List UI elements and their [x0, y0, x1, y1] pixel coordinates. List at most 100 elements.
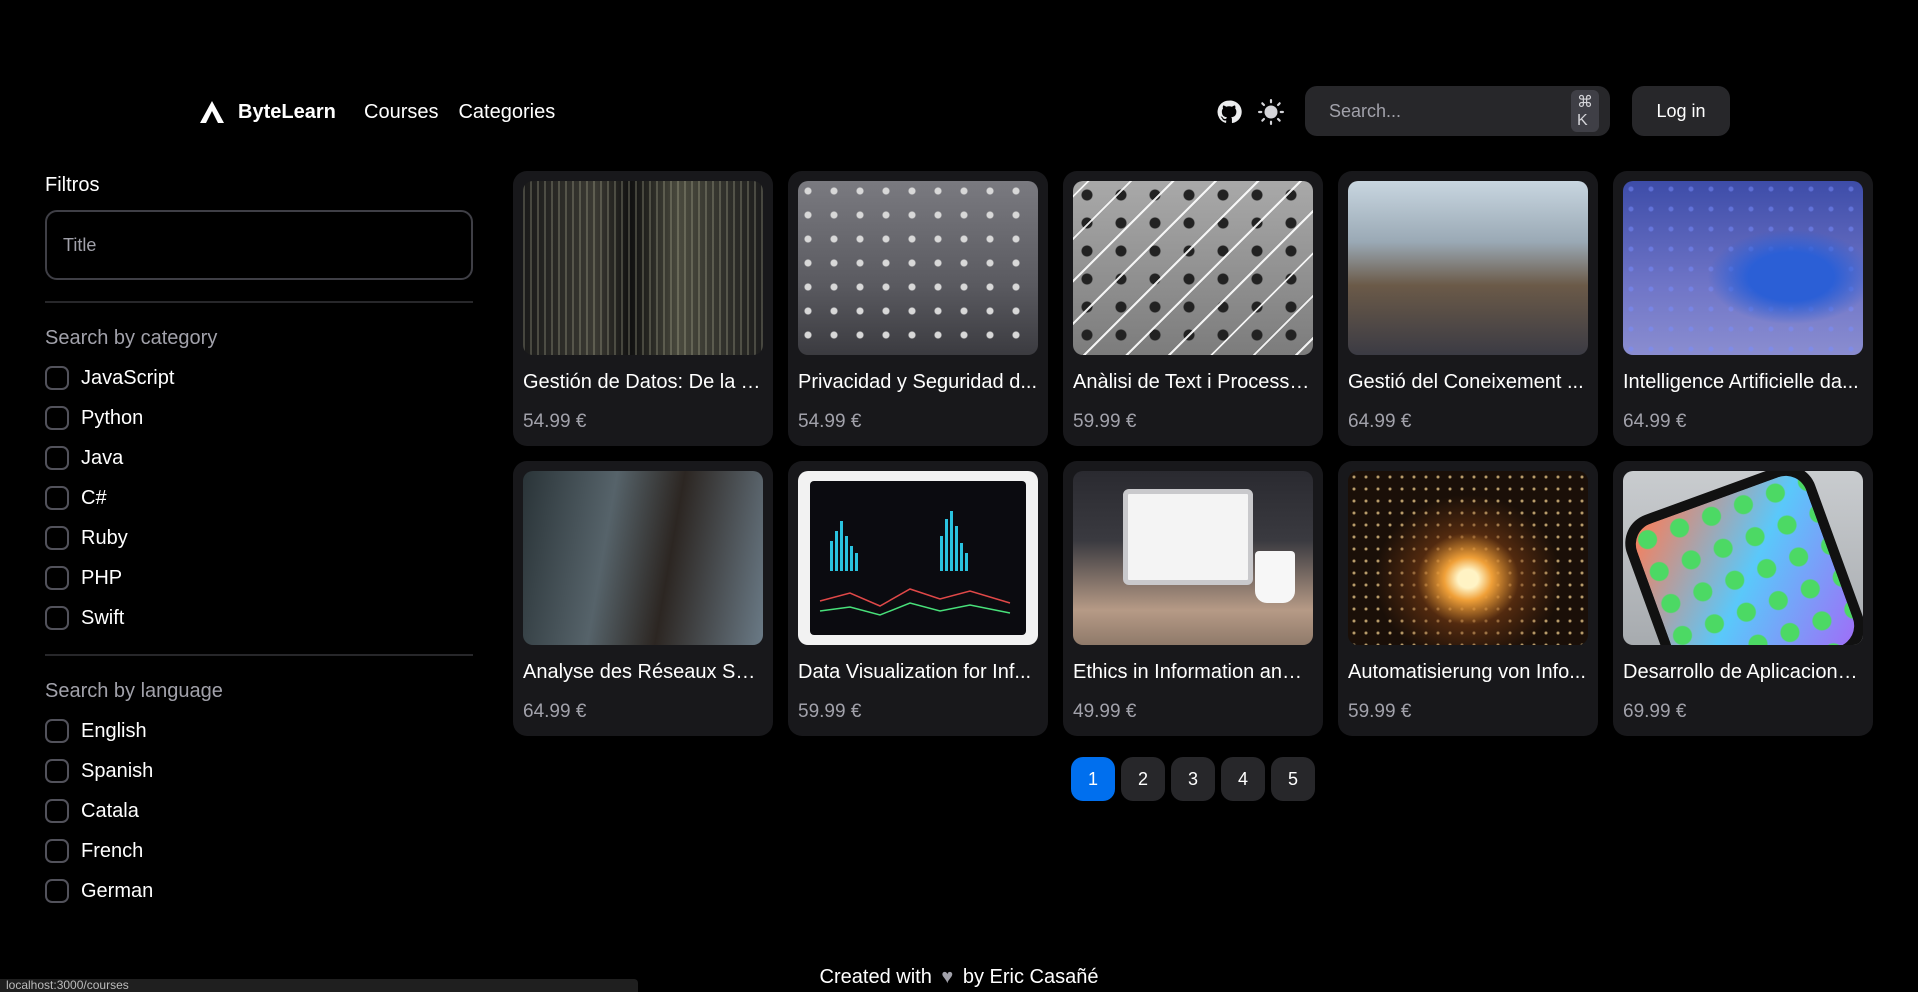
- nav-link-categories[interactable]: Categories: [458, 101, 555, 124]
- course-title: Gestió del Coneixement ...: [1348, 371, 1584, 393]
- course-card[interactable]: Intelligence Artificielle da... 64.99 €: [1613, 171, 1873, 446]
- checkbox[interactable]: [45, 879, 69, 903]
- course-title: Analyse des Réseaux Soci...: [523, 661, 763, 683]
- checkbox-label: Java: [81, 446, 124, 469]
- language-checkbox-german[interactable]: German: [45, 871, 473, 911]
- filters-title: Filtros: [45, 174, 100, 196]
- checkbox[interactable]: [45, 719, 69, 743]
- course-price: 59.99 €: [1073, 411, 1137, 432]
- checkbox[interactable]: [45, 406, 69, 430]
- course-price: 54.99 €: [798, 411, 862, 432]
- checkbox[interactable]: [45, 526, 69, 550]
- course-card[interactable]: Anàlisi de Text i Processa... 59.99 €: [1063, 171, 1323, 446]
- course-price: 64.99 €: [1623, 411, 1687, 432]
- brand-link[interactable]: ByteLearn: [198, 86, 336, 138]
- language-checkbox-french[interactable]: French: [45, 831, 473, 871]
- checkbox[interactable]: [45, 566, 69, 590]
- category-checkbox-java[interactable]: Java: [45, 438, 473, 478]
- category-checkbox-php[interactable]: PHP: [45, 558, 473, 598]
- course-price: 64.99 €: [523, 701, 587, 722]
- course-grid: Gestión de Datos: De la T... 54.99 € Pri…: [513, 171, 1873, 736]
- course-card[interactable]: Analyse des Réseaux Soci... 64.99 €: [513, 461, 773, 736]
- course-title: Ethics in Information and ...: [1073, 661, 1313, 683]
- checkbox-label: Swift: [81, 606, 125, 629]
- login-button[interactable]: Log in: [1632, 86, 1730, 136]
- course-thumbnail: [1348, 181, 1588, 355]
- checkbox-label: PHP: [81, 566, 123, 589]
- course-thumbnail: [1073, 471, 1313, 645]
- heart-icon: ♥: [941, 966, 954, 988]
- category-checkbox-ruby[interactable]: Ruby: [45, 518, 473, 558]
- nav-link-courses[interactable]: Courses: [364, 101, 438, 124]
- language-checkbox-spanish[interactable]: Spanish: [45, 751, 473, 791]
- course-thumbnail: [1623, 181, 1863, 355]
- checkbox-label: Python: [81, 406, 144, 429]
- course-price: 69.99 €: [1623, 701, 1687, 722]
- checkbox-label: English: [81, 719, 147, 742]
- pagination: 1 2 3 4 5: [1071, 757, 1315, 801]
- course-title: Gestión de Datos: De la T...: [523, 371, 763, 393]
- status-bar-url: localhost:3000/courses: [0, 979, 638, 992]
- course-title: Data Visualization for Inf...: [798, 661, 1032, 683]
- divider: [45, 654, 473, 656]
- course-card[interactable]: Gestió del Coneixement ... 64.99 €: [1338, 171, 1598, 446]
- course-card[interactable]: Data Visualization for Inf... 59.99 €: [788, 461, 1048, 736]
- course-price: 59.99 €: [798, 701, 862, 722]
- category-list: JavaScript Python Java C# Ruby PHP Swift: [45, 358, 473, 638]
- checkbox[interactable]: [45, 799, 69, 823]
- course-title: Privacidad y Seguridad d...: [798, 371, 1038, 393]
- course-thumbnail: [798, 181, 1038, 355]
- github-icon[interactable]: [1216, 99, 1242, 125]
- course-card[interactable]: Ethics in Information and ... 49.99 €: [1063, 461, 1323, 736]
- page-button-1[interactable]: 1: [1071, 757, 1115, 801]
- category-checkbox-javascript[interactable]: JavaScript: [45, 358, 473, 398]
- top-navbar: ByteLearn Courses Categories Search... ⌘…: [0, 86, 1918, 138]
- course-thumbnail: [1348, 471, 1588, 645]
- search-input[interactable]: [1329, 100, 1561, 122]
- checkbox-label: Ruby: [81, 526, 128, 549]
- course-price: 54.99 €: [523, 411, 587, 432]
- header-icons: [1216, 86, 1284, 138]
- course-price: 59.99 €: [1348, 701, 1412, 722]
- course-price: 64.99 €: [1348, 411, 1412, 432]
- category-checkbox-swift[interactable]: Swift: [45, 598, 473, 638]
- checkbox[interactable]: [45, 366, 69, 390]
- page-button-2[interactable]: 2: [1121, 757, 1165, 801]
- page-button-5[interactable]: 5: [1271, 757, 1315, 801]
- course-card[interactable]: Privacidad y Seguridad d... 54.99 €: [788, 171, 1048, 446]
- course-thumbnail: [523, 471, 763, 645]
- checkbox[interactable]: [45, 446, 69, 470]
- course-title: Automatisierung von Info...: [1348, 661, 1586, 683]
- footer-suffix: by Eric Casañé: [962, 966, 1099, 988]
- course-price: 49.99 €: [1073, 701, 1137, 722]
- language-checkbox-english[interactable]: English: [45, 711, 473, 751]
- checkbox[interactable]: [45, 486, 69, 510]
- page-button-3[interactable]: 3: [1171, 757, 1215, 801]
- category-checkbox-python[interactable]: Python: [45, 398, 473, 438]
- checkbox-label: Spanish: [81, 759, 154, 782]
- course-card[interactable]: Automatisierung von Info... 59.99 €: [1338, 461, 1598, 736]
- theme-sun-icon[interactable]: [1258, 99, 1284, 125]
- checkbox[interactable]: [45, 759, 69, 783]
- footer-prefix: Created with: [819, 966, 932, 988]
- course-thumbnail: [523, 181, 763, 355]
- course-card[interactable]: Gestión de Datos: De la T... 54.99 €: [513, 171, 773, 446]
- logo-icon: [200, 101, 224, 123]
- checkbox[interactable]: [45, 606, 69, 630]
- checkbox-label: C#: [81, 486, 107, 509]
- course-card[interactable]: Desarrollo de Aplicacione... 69.99 €: [1613, 461, 1873, 736]
- course-title: Intelligence Artificielle da...: [1623, 371, 1859, 393]
- course-thumbnail: [798, 471, 1038, 645]
- search-shortcut: ⌘ K: [1571, 90, 1599, 132]
- language-section-title: Search by language: [45, 680, 223, 702]
- course-title: Anàlisi de Text i Processa...: [1073, 371, 1313, 393]
- search-box[interactable]: ⌘ K: [1305, 86, 1610, 136]
- language-checkbox-catala[interactable]: Catala: [45, 791, 473, 831]
- title-filter-input[interactable]: [45, 210, 473, 280]
- divider: [45, 301, 473, 303]
- category-checkbox-csharp[interactable]: C#: [45, 478, 473, 518]
- page-button-4[interactable]: 4: [1221, 757, 1265, 801]
- checkbox[interactable]: [45, 839, 69, 863]
- course-thumbnail: [1073, 181, 1313, 355]
- brand-name: ByteLearn: [238, 100, 336, 123]
